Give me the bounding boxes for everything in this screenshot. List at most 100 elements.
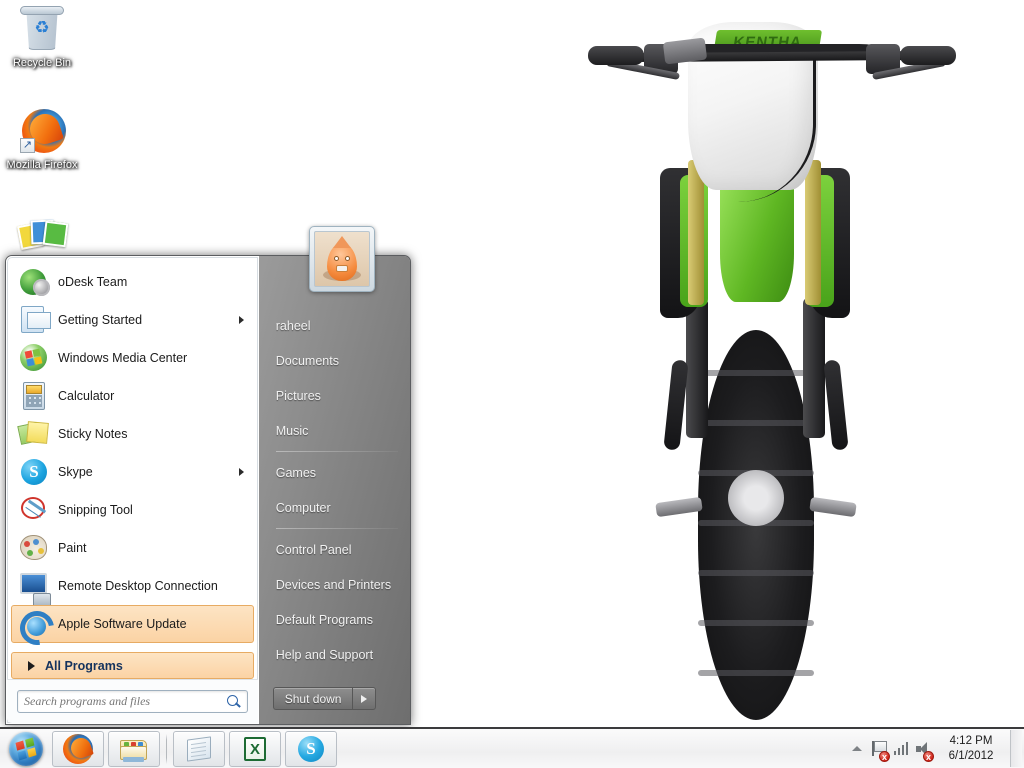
calculator-icon: [18, 380, 52, 412]
start-menu-item-odesk-team[interactable]: oDesk Team: [11, 263, 254, 301]
start-menu-right-item-games[interactable]: Games: [259, 455, 410, 490]
clock[interactable]: 4:12 PM 6/1/2012: [934, 729, 1008, 768]
skype-icon: S: [296, 734, 326, 764]
start-menu-item-apple-software-update[interactable]: Apple Software Update: [11, 605, 254, 643]
bike-footpeg-right: [809, 496, 857, 518]
snipping-tool-icon: [18, 494, 52, 526]
taskbar-button-windows-explorer[interactable]: [108, 730, 160, 767]
show-desktop-button[interactable]: [1010, 730, 1022, 767]
right-item-label: Default Programs: [275, 612, 374, 627]
desktop-icon-recycle-bin[interactable]: ♻ Recycle Bin: [0, 6, 84, 70]
volume-speaker-icon[interactable]: x: [912, 732, 934, 766]
start-menu-item-label: Windows Media Center: [58, 351, 188, 365]
network-signal-icon[interactable]: [890, 732, 912, 766]
start-menu-right-item-user[interactable]: raheel: [259, 308, 410, 343]
bike-lower-fork-right: [803, 298, 825, 438]
bike-fork-guard-left: [663, 359, 689, 451]
right-item-label: Devices and Printers: [275, 577, 392, 592]
start-menu-right-item-help-and-support[interactable]: Help and Support: [259, 637, 410, 672]
firefox-icon: ↗: [0, 108, 84, 156]
action-center-flag-icon[interactable]: x: [868, 732, 890, 766]
right-item-label: Control Panel: [275, 542, 352, 557]
right-item-label: Help and Support: [275, 647, 374, 662]
excel-glyph: X: [244, 736, 266, 761]
bike-grip-left: [588, 46, 644, 65]
bike-wheel-hub: [728, 470, 784, 526]
right-item-label: Computer: [275, 500, 331, 515]
all-programs-button[interactable]: All Programs: [11, 652, 254, 679]
taskbar-button-firefox[interactable]: [52, 730, 104, 767]
bike-fork-guard-right: [823, 359, 849, 451]
start-menu-item-label: oDesk Team: [58, 275, 128, 289]
shortcut-arrow-icon: ↗: [20, 138, 35, 153]
menu-divider: [275, 451, 398, 452]
shut-down-button[interactable]: Shut down: [272, 687, 353, 710]
start-menu-right-item-documents[interactable]: Documents: [259, 343, 410, 378]
program-list[interactable]: oDesk Team Getting Started Windows Media…: [7, 257, 258, 650]
start-menu-item-skype[interactable]: S Skype: [11, 453, 254, 491]
start-menu-item-getting-started[interactable]: Getting Started: [11, 301, 254, 339]
taskbar[interactable]: X S x x 4:12 PM 6/1/2012: [0, 727, 1024, 768]
system-tray[interactable]: x x 4:12 PM 6/1/2012: [846, 729, 1024, 768]
start-menu-item-label: Snipping Tool: [58, 503, 133, 517]
remote-desktop-icon: [18, 570, 52, 607]
shutdown-row: Shut down: [259, 687, 410, 724]
right-item-label: Pictures: [275, 388, 321, 403]
start-menu-item-label: Remote Desktop Connection: [58, 579, 218, 593]
shut-down-options-button[interactable]: [352, 687, 377, 710]
start-menu-right-item-music[interactable]: Music: [259, 413, 410, 448]
skype-icon: S: [18, 456, 52, 488]
taskbar-button-skype[interactable]: S: [285, 730, 337, 767]
firefox-icon: [63, 733, 93, 764]
paint-icon: [18, 532, 52, 564]
start-button[interactable]: [0, 729, 52, 768]
apple-software-update-icon: [18, 608, 52, 640]
bike-footpeg-left: [655, 496, 703, 518]
taskbar-button-excel[interactable]: X: [229, 730, 281, 767]
chevron-right-icon: [238, 468, 244, 476]
start-menu-left-pane[interactable]: oDesk Team Getting Started Windows Media…: [6, 256, 259, 724]
bike-fork-tube-left: [688, 160, 704, 305]
desktop-icon-photos[interactable]: [0, 210, 84, 261]
search-box[interactable]: [17, 690, 248, 713]
start-menu-item-calculator[interactable]: Calculator: [11, 377, 254, 415]
recycle-bin-icon: ♻: [0, 6, 84, 54]
start-menu-item-remote-desktop-connection[interactable]: Remote Desktop Connection: [11, 567, 254, 607]
start-menu-item-paint[interactable]: Paint: [11, 529, 254, 567]
taskbar-button-notepad[interactable]: [173, 730, 225, 767]
windows-media-center-icon: [18, 342, 52, 374]
start-menu-right-item-computer[interactable]: Computer: [259, 490, 410, 525]
desktop-icon-mozilla-firefox[interactable]: ↗ Mozilla Firefox: [0, 108, 84, 172]
right-item-label: Music: [275, 423, 309, 438]
photos-icon: [0, 210, 84, 258]
desktop-icon-label: Recycle Bin: [12, 57, 72, 69]
desktop-icon-label: Mozilla Firefox: [6, 159, 78, 171]
clock-date: 6/1/2012: [948, 749, 994, 762]
start-menu[interactable]: oDesk Team Getting Started Windows Media…: [5, 226, 411, 725]
start-menu-item-label: Sticky Notes: [58, 427, 128, 441]
start-menu-right-item-pictures[interactable]: Pictures: [259, 378, 410, 413]
start-menu-item-windows-media-center[interactable]: Windows Media Center: [11, 339, 254, 377]
start-menu-item-snipping-tool[interactable]: Snipping Tool: [11, 491, 254, 529]
sticky-notes-icon: [17, 418, 52, 450]
taskbar-separator: [166, 733, 167, 764]
bike-grip-right: [900, 46, 956, 65]
start-menu-item-label: Paint: [58, 541, 87, 555]
start-menu-right-item-default-programs[interactable]: Default Programs: [259, 602, 410, 637]
chevron-right-icon: [28, 660, 35, 671]
search-zone: [7, 679, 258, 723]
search-input[interactable]: [24, 694, 227, 709]
explorer-folder-icon: [119, 734, 149, 764]
odesk-team-icon: [18, 266, 52, 298]
start-menu-item-sticky-notes[interactable]: Sticky Notes: [11, 415, 254, 453]
start-menu-right-item-devices-and-printers[interactable]: Devices and Printers: [259, 567, 410, 602]
wallpaper-motocross-bike: KENTHA: [560, 0, 1024, 727]
start-menu-item-label: Calculator: [58, 389, 115, 403]
start-menu-right-pane[interactable]: raheel Documents Pictures Music Games Co…: [258, 256, 410, 724]
show-hidden-icons-icon[interactable]: [846, 732, 868, 766]
user-name-label: raheel: [275, 318, 311, 333]
start-menu-item-label: Skype: [58, 465, 93, 479]
avatar[interactable]: [309, 226, 375, 292]
start-menu-right-item-control-panel[interactable]: Control Panel: [259, 532, 410, 567]
chevron-right-icon: [361, 694, 368, 703]
